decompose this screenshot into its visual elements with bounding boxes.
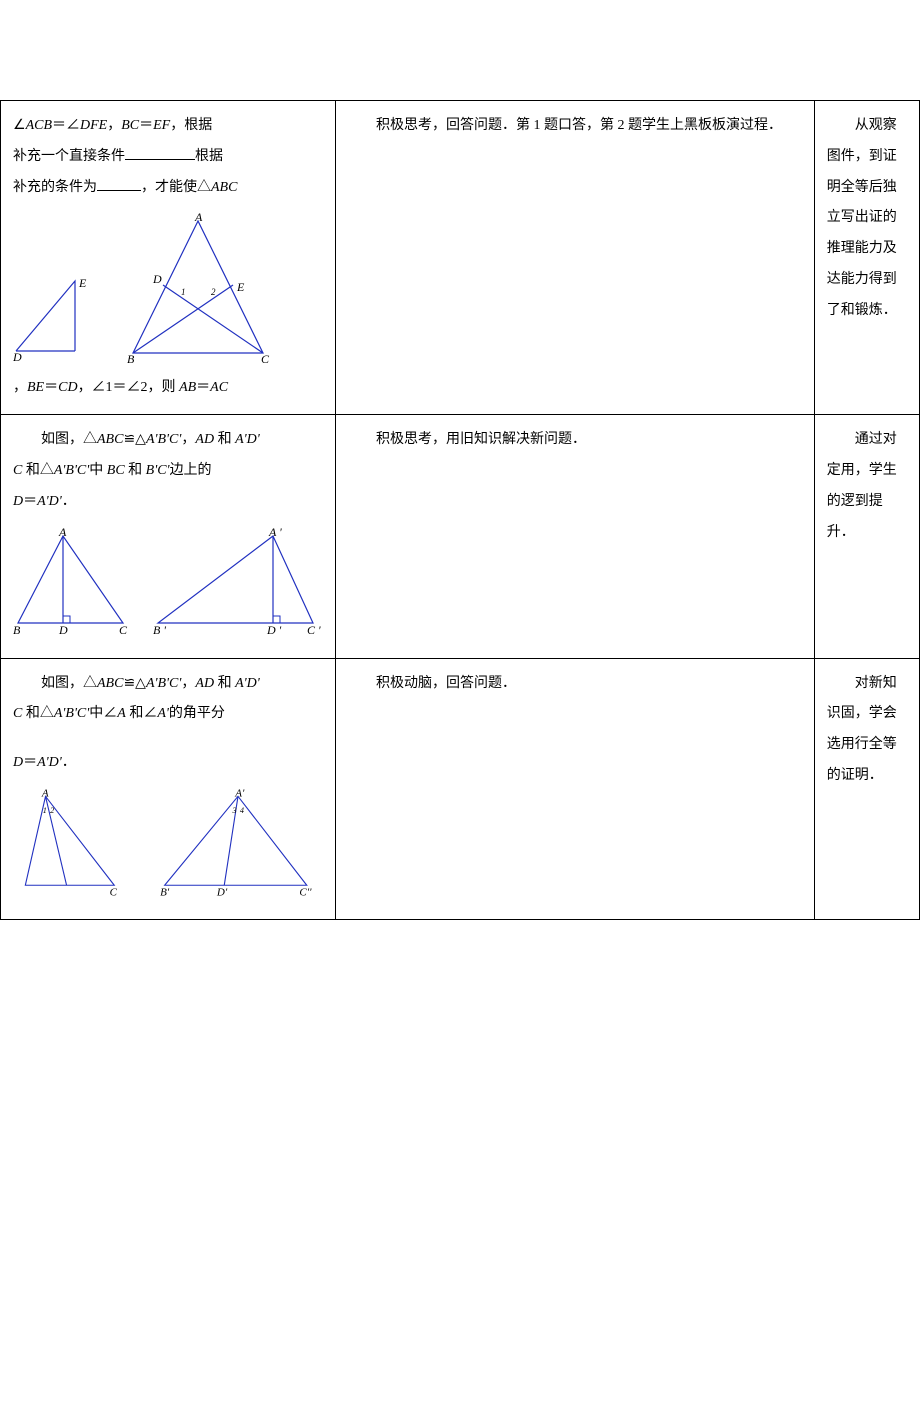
- blank-field: [97, 190, 141, 191]
- triangle-intersect-icon: A D E B C 1 2: [113, 213, 283, 363]
- figure-row: A B D C A ' B ' D ' C ': [13, 528, 323, 638]
- design-intent: 通过对定用，学生的逻到提升．: [827, 425, 907, 548]
- svg-text:D: D: [152, 272, 162, 286]
- svg-text:A: A: [58, 528, 67, 539]
- cell-right-1: 从观察图件，到证明全等后独立写出证的推理能力及达能力得到了和锻炼．: [814, 101, 919, 415]
- svg-text:E: E: [78, 276, 87, 290]
- figure-row: E D A D E B C 1 2: [13, 213, 323, 363]
- spacer: [13, 730, 323, 748]
- table-row: 如图，△ABC≌△A'B'C'，AD 和 A'D' C 和△A'B'C'中 BC…: [1, 415, 920, 658]
- cell-mid-2: 积极思考，用旧知识解决新问题．: [336, 415, 815, 658]
- svg-text:1: 1: [43, 806, 47, 815]
- svg-text:C: C: [261, 352, 270, 363]
- triangle-bisector-icon: A 1 2 C: [13, 789, 133, 899]
- triangle-bisector-prime-icon: A' 3 4 B' D' C'': [153, 789, 323, 899]
- svg-text:D: D: [58, 623, 68, 637]
- table-row: 如图，△ABC≌△A'B'C'，AD 和 A'D' C 和△A'B'C'中∠A …: [1, 658, 920, 919]
- cell-left-1: ∠ACB＝∠DFE，BC＝EF，根据 补充一个直接条件根据 补充的条件为，才能使…: [1, 101, 336, 415]
- svg-text:1: 1: [181, 287, 186, 297]
- text-line: D＝A'D'．: [13, 748, 323, 779]
- svg-text:3: 3: [232, 806, 237, 815]
- text-line: D＝A'D'．: [13, 487, 323, 518]
- svg-text:C: C: [110, 886, 118, 898]
- text-line: 如图，△ABC≌△A'B'C'，AD 和 A'D': [13, 425, 323, 456]
- figure-row: A 1 2 C A' 3 4 B' D' C'': [13, 789, 323, 899]
- blank-field: [125, 159, 195, 160]
- svg-text:4: 4: [240, 806, 244, 815]
- svg-text:E: E: [236, 280, 245, 294]
- svg-text:2: 2: [50, 806, 54, 815]
- svg-text:C ': C ': [307, 623, 321, 637]
- svg-text:D: D: [13, 350, 22, 363]
- svg-text:A': A': [234, 789, 245, 799]
- student-activity: 积极思考，用旧知识解决新问题．: [348, 425, 802, 456]
- svg-text:A ': A ': [268, 528, 282, 539]
- cell-right-3: 对新知识固，学会选用行全等的证明．: [814, 658, 919, 919]
- cell-left-3: 如图，△ABC≌△A'B'C'，AD 和 A'D' C 和△A'B'C'中∠A …: [1, 658, 336, 919]
- design-intent: 从观察图件，到证明全等后独立写出证的推理能力及达能力得到了和锻炼．: [827, 111, 907, 327]
- svg-text:A: A: [41, 789, 49, 799]
- text-line: 补充一个直接条件根据: [13, 142, 323, 173]
- svg-text:C'': C'': [299, 886, 312, 898]
- cell-mid-1: 积极思考，回答问题．第 1 题口答，第 2 题学生上黑板板演过程．: [336, 101, 815, 415]
- student-activity: 积极思考，回答问题．第 1 题口答，第 2 题学生上黑板板演过程．: [348, 111, 802, 142]
- triangle-altitude-icon: A B D C: [13, 528, 133, 638]
- table-row: ∠ACB＝∠DFE，BC＝EF，根据 补充一个直接条件根据 补充的条件为，才能使…: [1, 101, 920, 415]
- text-line: C 和△A'B'C'中 BC 和 B'C'边上的: [13, 456, 323, 487]
- svg-text:B: B: [13, 623, 21, 637]
- svg-text:D ': D ': [266, 623, 282, 637]
- svg-text:D': D': [216, 886, 228, 898]
- lesson-table: ∠ACB＝∠DFE，BC＝EF，根据 补充一个直接条件根据 补充的条件为，才能使…: [0, 100, 920, 920]
- text-line: 补充的条件为，才能使△ABC: [13, 173, 323, 204]
- triangle-ed-icon: E D: [13, 273, 93, 363]
- student-activity: 积极动脑，回答问题．: [348, 669, 802, 700]
- triangle-altitude-prime-icon: A ' B ' D ' C ': [153, 528, 323, 638]
- text-line: ，BE＝CD，∠1＝∠2，则 AB＝AC: [13, 373, 323, 404]
- text-line: C 和△A'B'C'中∠A 和∠A'的角平分: [13, 699, 323, 730]
- cell-right-2: 通过对定用，学生的逻到提升．: [814, 415, 919, 658]
- text-line: ∠ACB＝∠DFE，BC＝EF，根据: [13, 111, 323, 142]
- text-line: 如图，△ABC≌△A'B'C'，AD 和 A'D': [13, 669, 323, 700]
- svg-text:A: A: [194, 213, 203, 224]
- design-intent: 对新知识固，学会选用行全等的证明．: [827, 669, 907, 792]
- svg-text:C: C: [119, 623, 128, 637]
- cell-mid-3: 积极动脑，回答问题．: [336, 658, 815, 919]
- cell-left-2: 如图，△ABC≌△A'B'C'，AD 和 A'D' C 和△A'B'C'中 BC…: [1, 415, 336, 658]
- svg-text:B ': B ': [153, 623, 166, 637]
- svg-text:2: 2: [211, 287, 216, 297]
- svg-text:B: B: [127, 352, 135, 363]
- svg-text:B': B': [160, 886, 170, 898]
